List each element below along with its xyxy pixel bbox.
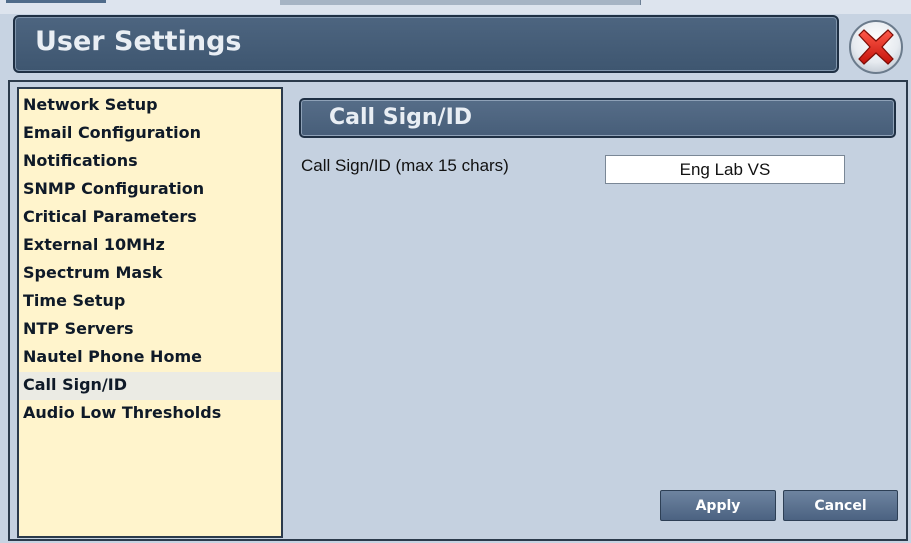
sidebar-item-network-setup[interactable]: Network Setup [19, 92, 281, 120]
cancel-button[interactable]: Cancel [783, 490, 898, 521]
page-title: User Settings [35, 26, 242, 57]
top-strip-tab [280, 0, 641, 5]
sidebar-menu: Network Setup Email Configuration Notifi… [19, 89, 281, 428]
close-x-icon [858, 29, 894, 65]
top-strip [0, 0, 911, 14]
close-button[interactable] [849, 20, 903, 74]
apply-button[interactable]: Apply [660, 490, 776, 521]
sidebar-item-nautel-phone-home[interactable]: Nautel Phone Home [19, 344, 281, 372]
sidebar-item-critical-parameters[interactable]: Critical Parameters [19, 204, 281, 232]
sidebar-item-spectrum-mask[interactable]: Spectrum Mask [19, 260, 281, 288]
sidebar-item-audio-low-thresholds[interactable]: Audio Low Thresholds [19, 400, 281, 428]
sidebar-item-notifications[interactable]: Notifications [19, 148, 281, 176]
section-title: Call Sign/ID [329, 105, 473, 130]
settings-sidebar: Network Setup Email Configuration Notifi… [17, 87, 283, 538]
sidebar-item-email-configuration[interactable]: Email Configuration [19, 120, 281, 148]
section-header: Call Sign/ID [299, 98, 896, 138]
title-bar: User Settings [13, 15, 839, 73]
sidebar-item-ntp-servers[interactable]: NTP Servers [19, 316, 281, 344]
sidebar-item-time-setup[interactable]: Time Setup [19, 288, 281, 316]
top-strip-accent [6, 0, 106, 3]
sidebar-item-external-10mhz[interactable]: External 10MHz [19, 232, 281, 260]
call-sign-input[interactable] [605, 155, 845, 184]
sidebar-item-call-sign-id[interactable]: Call Sign/ID [19, 372, 281, 400]
call-sign-label: Call Sign/ID (max 15 chars) [301, 156, 509, 175]
sidebar-item-snmp-configuration[interactable]: SNMP Configuration [19, 176, 281, 204]
